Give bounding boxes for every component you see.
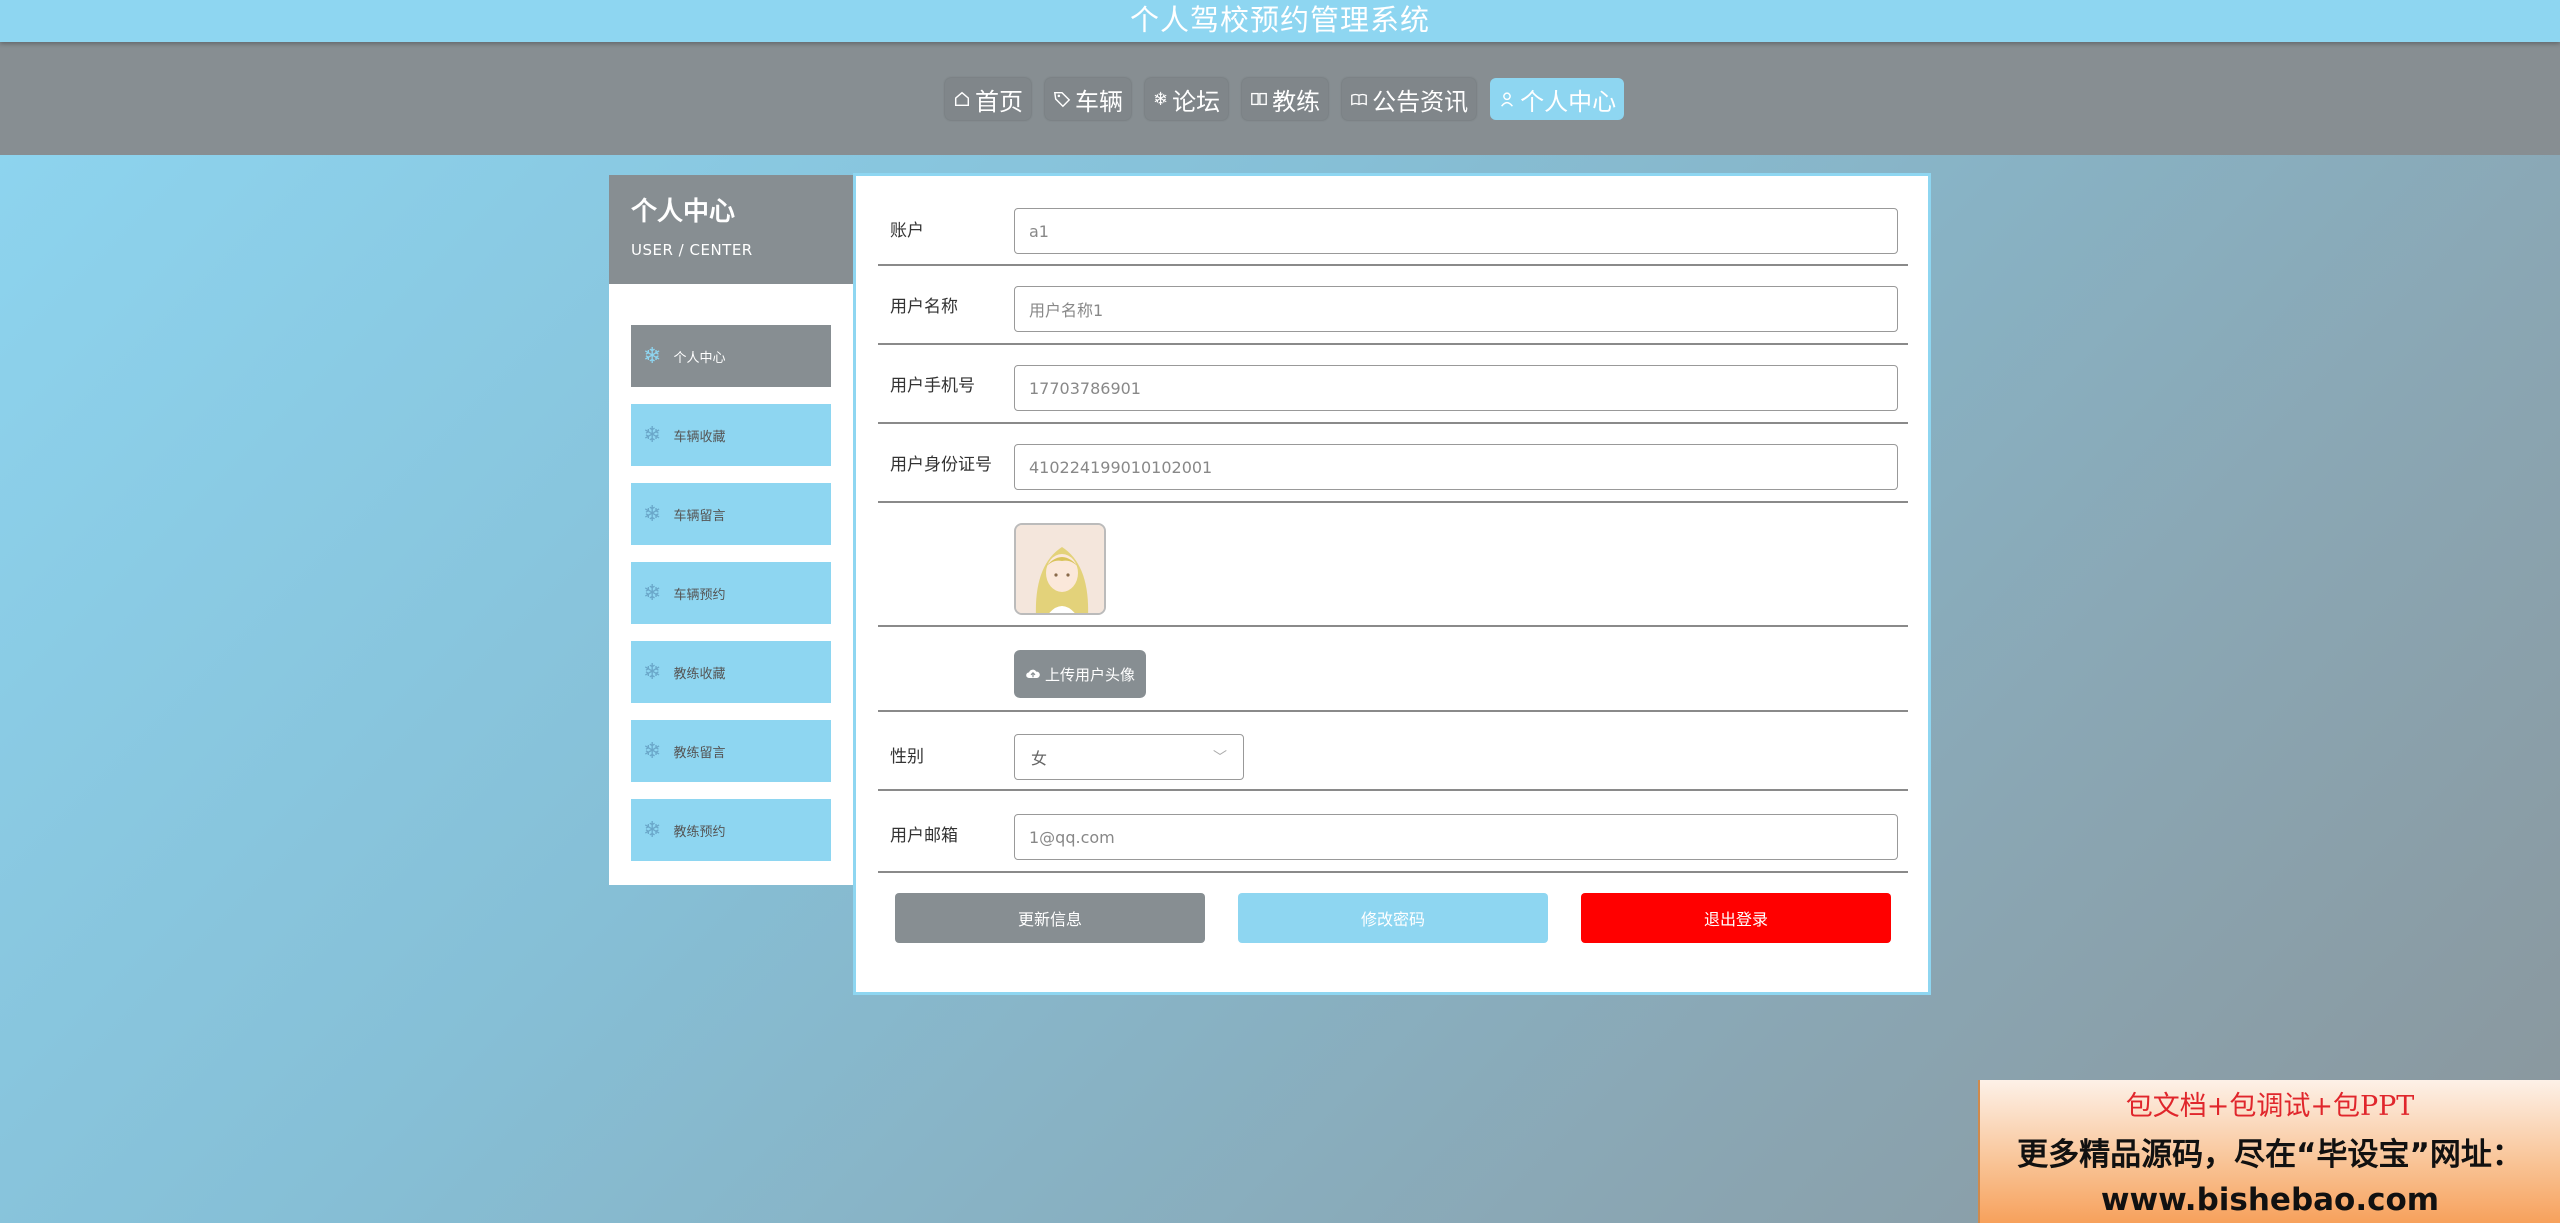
sidebar-title: 个人中心 bbox=[631, 197, 736, 227]
change-password-button[interactable]: 修改密码 bbox=[1238, 893, 1548, 943]
idcard-field[interactable] bbox=[1014, 444, 1898, 490]
promo-watermark: 包文档+包调试+包PPT 更多精品源码，尽在“毕设宝”网址： www.bishe… bbox=[1978, 1080, 2560, 1223]
avatar bbox=[1014, 523, 1106, 615]
form-row-account: 账户 bbox=[878, 176, 1908, 266]
form-row-idcard: 用户身份证号 bbox=[878, 424, 1908, 503]
user-icon bbox=[1501, 92, 1514, 107]
upload-avatar-label: 上传用户头像 bbox=[1044, 666, 1135, 684]
tag-icon bbox=[1053, 91, 1071, 108]
email-field[interactable] bbox=[1014, 814, 1898, 860]
chevron-down-icon: ﹀ bbox=[1213, 750, 1227, 766]
nav-item-label: 公告资讯 bbox=[1372, 87, 1469, 116]
sidebar-item-vehicle-messages[interactable]: ❄ 车辆留言 bbox=[631, 483, 831, 545]
sidebar-item-label: 车辆预约 bbox=[673, 587, 726, 603]
field-label: 账户 bbox=[890, 221, 924, 241]
phone-field[interactable] bbox=[1014, 365, 1898, 411]
sidebar-item-label: 车辆收藏 bbox=[673, 429, 726, 445]
sidebar-item-coach-favorites[interactable]: ❄ 教练收藏 bbox=[631, 641, 831, 703]
form-row-gender: 性别 女 ﹀ bbox=[878, 712, 1908, 791]
nav-item-label: 首页 bbox=[975, 87, 1023, 116]
nav-item-vehicles[interactable]: 车辆 bbox=[1045, 78, 1131, 120]
sidebar-menu: ❄ 个人中心 ❄ 车辆收藏 ❄ 车辆留言 ❄ 车辆预约 ❄ 教练收藏 ❄ 教练留… bbox=[631, 325, 831, 878]
promo-line-1: 包文档+包调试+包PPT bbox=[2125, 1091, 2415, 1122]
sidebar-subtitle: USER / CENTER bbox=[631, 241, 753, 259]
sidebar-item-label: 教练留言 bbox=[673, 745, 726, 761]
nav-item-coaches[interactable]: 教练 bbox=[1242, 78, 1329, 120]
snowflake-icon: ❄ bbox=[643, 422, 662, 448]
promo-line-2: 更多精品源码，尽在“毕设宝”网址： bbox=[2017, 1137, 2523, 1173]
promo-line-3: www.bishebao.com bbox=[2100, 1182, 2440, 1218]
field-label: 性别 bbox=[890, 747, 924, 767]
snowflake-icon: ❄ bbox=[643, 817, 662, 843]
main-nav: 首页 车辆 ❄ 论坛 教练 公告资讯 个人中心 bbox=[945, 78, 1625, 120]
nav-item-news[interactable]: 公告资讯 bbox=[1342, 78, 1477, 120]
field-label: 用户名称 bbox=[890, 297, 958, 317]
sidebar-header: 个人中心 USER / CENTER bbox=[609, 175, 855, 284]
snowflake-icon: ❄ bbox=[643, 501, 662, 527]
app-header: 个人驾校预约管理系统 bbox=[0, 0, 2560, 42]
sidebar-item-label: 教练收藏 bbox=[673, 666, 726, 682]
snowflake-icon: ❄ bbox=[643, 659, 662, 685]
form-row-avatar bbox=[878, 503, 1908, 627]
field-label: 用户邮箱 bbox=[890, 826, 958, 846]
nav-item-label: 教练 bbox=[1272, 87, 1321, 116]
snowflake-icon: ❄ bbox=[643, 580, 662, 606]
sidebar-item-vehicle-favorites[interactable]: ❄ 车辆收藏 bbox=[631, 404, 831, 466]
sidebar-item-user-center[interactable]: ❄ 个人中心 bbox=[631, 325, 831, 387]
sidebar: 个人中心 USER / CENTER ❄ 个人中心 ❄ 车辆收藏 ❄ 车辆留言 … bbox=[609, 175, 855, 885]
profile-form-panel: 账户 用户名称 用户手机号 用户身份证号 上传用户头像 bbox=[853, 173, 1931, 995]
sidebar-item-coach-messages[interactable]: ❄ 教练留言 bbox=[631, 720, 831, 782]
sidebar-item-label: 车辆留言 bbox=[673, 508, 726, 524]
field-label: 用户手机号 bbox=[890, 376, 975, 396]
upload-avatar-button[interactable]: 上传用户头像 bbox=[1014, 650, 1146, 698]
cloud-upload-icon bbox=[1026, 669, 1040, 678]
nav-item-label: 车辆 bbox=[1075, 87, 1123, 116]
app-title: 个人驾校预约管理系统 bbox=[1129, 3, 1430, 37]
field-label: 用户身份证号 bbox=[890, 455, 992, 475]
sidebar-item-label: 教练预约 bbox=[673, 824, 726, 840]
sidebar-item-coach-bookings[interactable]: ❄ 教练预约 bbox=[631, 799, 831, 861]
update-info-button[interactable]: 更新信息 bbox=[895, 893, 1205, 943]
username-field[interactable] bbox=[1014, 286, 1898, 332]
nav-item-forum[interactable]: ❄ 论坛 bbox=[1145, 78, 1229, 120]
form-row-email: 用户邮箱 bbox=[878, 791, 1908, 873]
main-nav-bar: 首页 车辆 ❄ 论坛 教练 公告资讯 个人中心 bbox=[0, 42, 2560, 155]
snowflake-icon: ❄ bbox=[643, 343, 662, 369]
book-icon bbox=[1251, 92, 1267, 106]
nav-item-user-center[interactable]: 个人中心 bbox=[1490, 78, 1625, 120]
account-field[interactable] bbox=[1014, 208, 1898, 254]
form-row-phone: 用户手机号 bbox=[878, 345, 1908, 424]
gender-select[interactable]: 女 ﹀ bbox=[1014, 734, 1244, 780]
form-row-upload: 上传用户头像 bbox=[878, 627, 1908, 712]
nav-item-label: 个人中心 bbox=[1520, 87, 1617, 116]
sidebar-item-label: 个人中心 bbox=[673, 350, 726, 366]
nav-item-label: 论坛 bbox=[1172, 87, 1221, 116]
news-icon bbox=[1351, 93, 1367, 106]
sidebar-item-vehicle-bookings[interactable]: ❄ 车辆预约 bbox=[631, 562, 831, 624]
logout-button[interactable]: 退出登录 bbox=[1581, 893, 1891, 943]
nav-item-home[interactable]: 首页 bbox=[945, 78, 1031, 120]
gender-select-value: 女 bbox=[1031, 749, 1048, 768]
home-icon bbox=[954, 91, 970, 107]
form-row-username: 用户名称 bbox=[878, 266, 1908, 345]
snowflake-icon: ❄ bbox=[1153, 88, 1169, 110]
snowflake-icon: ❄ bbox=[643, 738, 662, 764]
